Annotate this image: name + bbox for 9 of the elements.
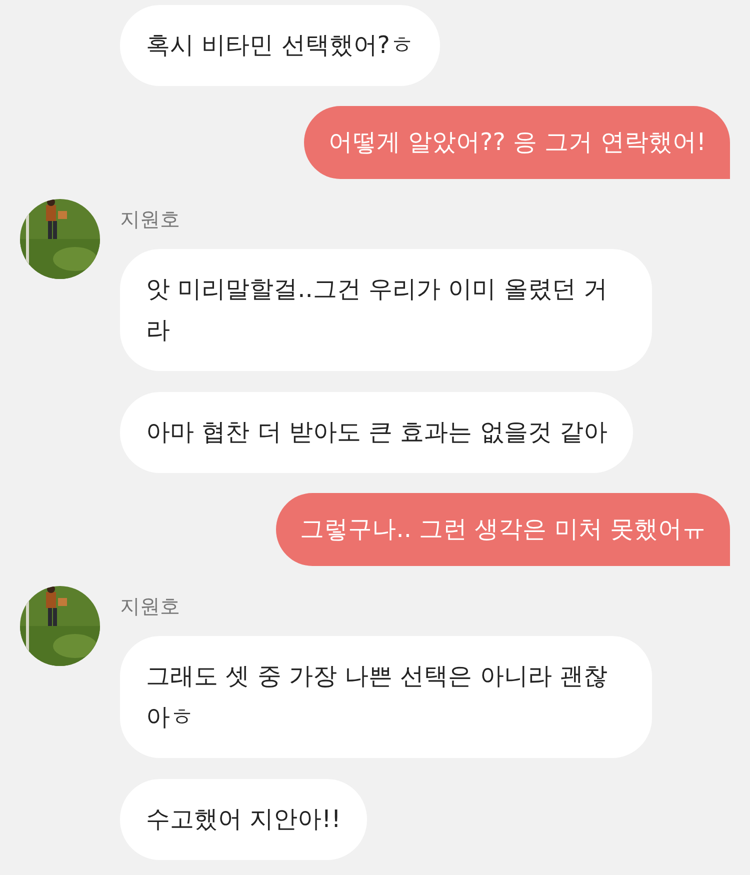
message-bubble: 그래도 셋 중 가장 나쁜 선택은 아니라 괜찮아ㅎ — [120, 636, 652, 758]
message-bubble: 앗 미리말할걸..그건 우리가 이미 올렸던 거라 — [120, 249, 652, 371]
message-bubble: 그렇구나.. 그런 생각은 미처 못했어ㅠ — [276, 493, 730, 566]
sender-name: 지원호 — [120, 594, 180, 618]
message-bubble: 혹시 비타민 선택했어?ㅎ — [120, 5, 440, 86]
message-bubble: 어떻게 알았어?? 응 그거 연락했어! — [304, 106, 730, 179]
message-bubble: 아마 협찬 더 받아도 큰 효과는 없을것 같아 — [120, 392, 634, 473]
sender-name: 지원호 — [120, 207, 180, 231]
message-bubble: 수고했어 지안아!! — [120, 779, 367, 860]
